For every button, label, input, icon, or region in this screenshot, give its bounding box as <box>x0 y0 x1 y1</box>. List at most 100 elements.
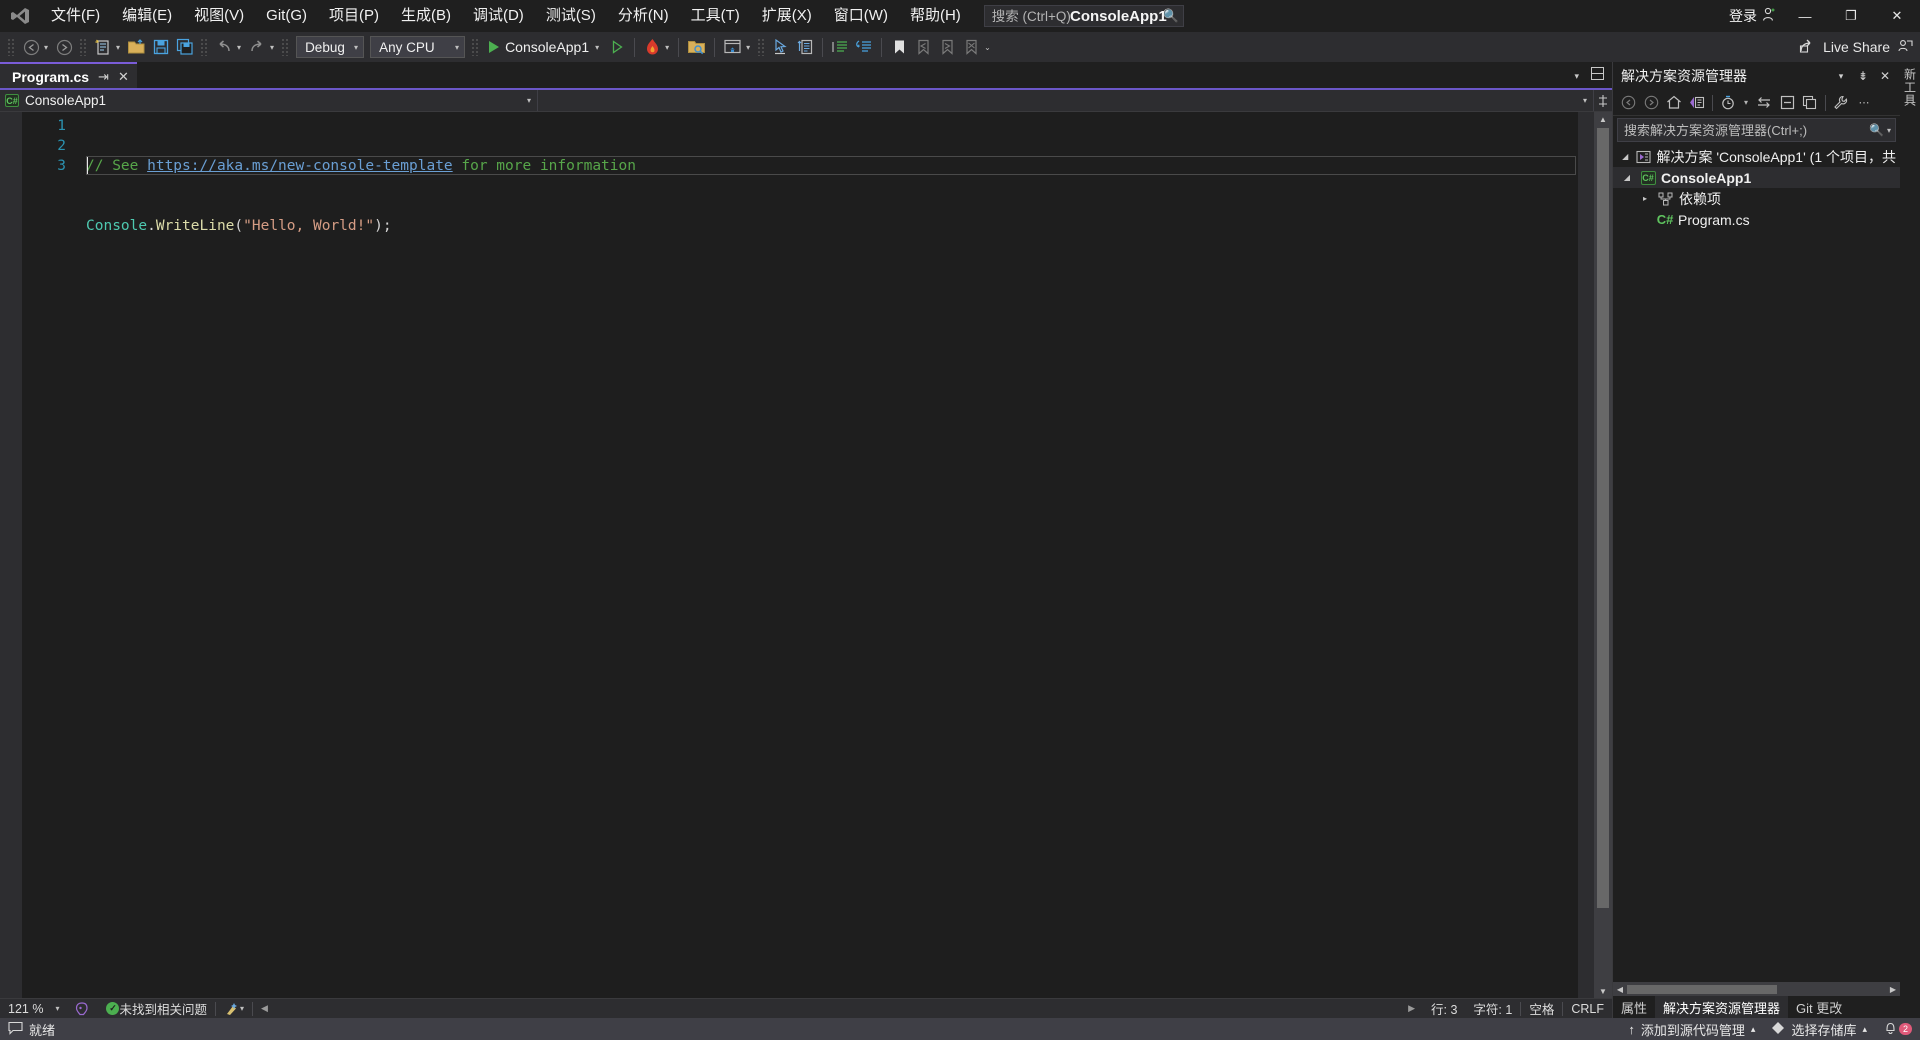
uncomment-selection-icon[interactable] <box>852 35 876 59</box>
menu-project[interactable]: 项目(P) <box>318 3 390 29</box>
menu-extensions[interactable]: 扩展(X) <box>751 3 823 29</box>
intellicode-icon[interactable] <box>67 999 98 1019</box>
tab-properties[interactable]: 属性 <box>1613 996 1655 1018</box>
collapse-all-icon[interactable] <box>1776 92 1798 114</box>
open-file-icon[interactable] <box>124 35 149 59</box>
menu-analyze[interactable]: 分析(N) <box>607 3 680 29</box>
expander-collapsed-icon[interactable]: ▸ <box>1637 194 1653 203</box>
solution-platform-combo[interactable]: Any CPU ▾ <box>370 36 466 58</box>
select-folder-search-icon[interactable] <box>684 35 709 59</box>
breakpoint-margin[interactable] <box>0 112 22 998</box>
maximize-restore-button[interactable]: ❐ <box>1828 0 1874 32</box>
notifications-button[interactable]: 2 <box>1875 1018 1920 1040</box>
navbar-project-combo[interactable]: C# ConsoleApp1 ▾ <box>0 90 538 111</box>
window-layout-icon[interactable] <box>720 35 745 59</box>
menu-tools[interactable]: 工具(T) <box>680 3 751 29</box>
solution-configuration-combo[interactable]: Debug ▾ <box>296 36 365 58</box>
next-bookmark-icon[interactable] <box>935 35 959 59</box>
redo-icon[interactable] <box>245 35 269 59</box>
tab-list-dropdown-icon[interactable]: ▾ <box>1574 71 1579 82</box>
tab-program-cs[interactable]: Program.cs ⇥ ✕ <box>0 62 137 90</box>
pin-window-icon[interactable]: ⇟ <box>1854 65 1872 87</box>
scroll-right-arrow-icon[interactable]: ▶ <box>1886 985 1900 994</box>
pending-changes-filter-icon[interactable] <box>1717 92 1739 114</box>
search-icon[interactable]: 🔍 <box>1869 123 1884 137</box>
navbar-expand-icon[interactable] <box>1594 94 1612 108</box>
navbar-member-combo[interactable]: ▾ <box>538 90 1594 111</box>
editor-vertical-scrollbar[interactable]: ▲ ▼ <box>1594 112 1612 998</box>
expander-collapsed-icon[interactable]: ◢ <box>1619 152 1631 161</box>
tab-git-changes[interactable]: Git 更改 <box>1788 996 1850 1018</box>
window-layout-dropdown-icon[interactable]: ▾ <box>745 43 754 52</box>
solution-explorer-search-box[interactable]: 🔍 ▾ <box>1617 118 1896 142</box>
menu-view[interactable]: 视图(V) <box>183 3 255 29</box>
scroll-down-arrow-icon[interactable]: ▼ <box>1594 984 1612 998</box>
menu-window[interactable]: 窗口(W) <box>823 3 899 29</box>
close-tab-icon[interactable]: ✕ <box>118 69 129 85</box>
toolbar-grip-handle-6[interactable] <box>757 38 767 56</box>
new-project-dropdown-icon[interactable]: ▾ <box>115 43 124 52</box>
menu-test[interactable]: 测试(S) <box>535 3 607 29</box>
menu-git[interactable]: Git(G) <box>255 3 318 29</box>
scroll-left-arrow-icon[interactable]: ◀ <box>253 999 276 1019</box>
save-file-icon[interactable] <box>149 35 173 59</box>
forward-navigation-icon[interactable] <box>1640 92 1662 114</box>
menu-edit[interactable]: 编辑(E) <box>111 3 183 29</box>
undo-icon[interactable] <box>212 35 236 59</box>
problems-status[interactable]: ✓ 未找到相关问题 <box>98 999 215 1019</box>
indentation-status[interactable]: 空格 <box>1521 999 1562 1019</box>
toolbar-grip-handle-3[interactable] <box>200 38 210 56</box>
add-to-source-control-button[interactable]: ↑ 添加到源代码管理 ▴ <box>1620 1018 1763 1040</box>
start-debugging-button[interactable]: ConsoleApp1 ▾ <box>483 35 605 59</box>
expander-expanded-icon[interactable]: ◢ <box>1619 173 1635 182</box>
solution-explorer-search-input[interactable] <box>1624 122 1870 138</box>
property-window-icon[interactable] <box>793 35 817 59</box>
show-all-files-icon[interactable] <box>1799 92 1821 114</box>
tree-node-dependencies[interactable]: ▸ 依赖项 <box>1613 188 1900 209</box>
sync-with-active-document-icon[interactable] <box>1753 92 1775 114</box>
toggle-bookmark-icon[interactable] <box>887 35 911 59</box>
pointer-select-icon[interactable] <box>769 35 793 59</box>
switch-views-icon[interactable] <box>1686 92 1708 114</box>
scroll-up-arrow-icon[interactable]: ▲ <box>1594 112 1612 126</box>
line-ending-status[interactable]: CRLF <box>1563 999 1612 1019</box>
new-project-icon[interactable] <box>91 35 115 59</box>
solution-explorer-horizontal-scrollbar[interactable]: ◀ ▶ <box>1613 982 1900 996</box>
code-editor[interactable]: 1 2 3 // See https://aka.ms/new-console-… <box>0 112 1612 998</box>
pin-tab-icon[interactable]: ⇥ <box>98 69 109 85</box>
menu-debug[interactable]: 调试(D) <box>462 3 535 29</box>
solution-scrollbar-thumb[interactable] <box>1627 984 1777 994</box>
minimize-button[interactable]: — <box>1782 0 1828 32</box>
navigate-backward-dropdown-icon[interactable]: ▾ <box>43 43 52 52</box>
previous-bookmark-icon[interactable] <box>911 35 935 59</box>
comment-selection-icon[interactable] <box>828 35 852 59</box>
toolbar-grip-handle-5[interactable] <box>471 38 481 56</box>
code-text-area[interactable]: // See https://aka.ms/new-console-templa… <box>74 112 1578 998</box>
close-button[interactable]: ✕ <box>1874 0 1920 32</box>
sign-in-button[interactable]: 登录 <box>1723 6 1782 26</box>
toolbar-grip-handle-4[interactable] <box>281 38 291 56</box>
toolbar-overflow-icon[interactable]: ⋯ <box>1853 92 1875 114</box>
toolbar-overflow-icon[interactable]: ⌄ <box>983 43 995 52</box>
close-window-icon[interactable]: ✕ <box>1876 65 1894 87</box>
navigate-forward-icon[interactable] <box>52 35 76 59</box>
navigate-backward-icon[interactable] <box>19 35 43 59</box>
code-overview-margin[interactable] <box>1578 112 1594 998</box>
editor-scrollbar-thumb[interactable] <box>1597 128 1609 908</box>
tree-node-solution[interactable]: ◢ 解决方案 'ConsoleApp1' (1 个项目，共 <box>1613 146 1900 167</box>
start-without-debugging-icon[interactable] <box>605 35 629 59</box>
home-icon[interactable] <box>1663 92 1685 114</box>
undo-dropdown-icon[interactable]: ▾ <box>236 43 245 52</box>
filter-dropdown-icon[interactable]: ▾ <box>1740 92 1752 114</box>
scroll-right-arrow-icon[interactable]: ▶ <box>1400 999 1423 1019</box>
scroll-left-arrow-icon[interactable]: ◀ <box>1613 985 1627 994</box>
hot-reload-dropdown-icon[interactable]: ▾ <box>664 43 673 52</box>
tree-node-project[interactable]: ◢ C# ConsoleApp1 <box>1613 167 1900 188</box>
solution-tree[interactable]: ◢ 解决方案 'ConsoleApp1' (1 个项目，共 ◢ C# Conso… <box>1613 144 1900 982</box>
save-all-icon[interactable] <box>173 35 197 59</box>
properties-wrench-icon[interactable] <box>1830 92 1852 114</box>
live-share-button[interactable]: Live Share <box>1799 38 1920 57</box>
hot-reload-icon[interactable] <box>640 35 664 59</box>
back-navigation-icon[interactable] <box>1617 92 1639 114</box>
search-options-chevron-icon[interactable]: ▾ <box>1887 126 1891 135</box>
